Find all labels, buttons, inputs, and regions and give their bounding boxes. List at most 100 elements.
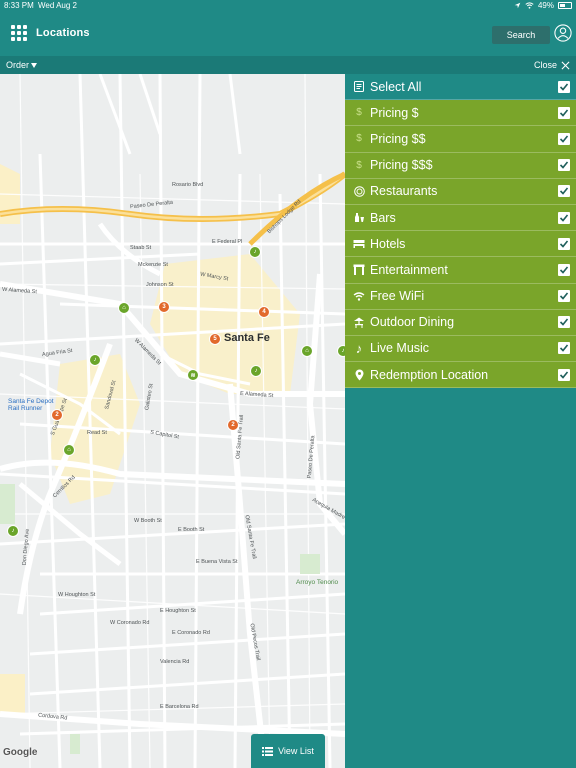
close-filters-button[interactable]: Close xyxy=(534,60,570,70)
road-label: Mckenzie St xyxy=(138,262,168,268)
music-marker[interactable]: ♪ xyxy=(337,345,345,357)
cluster-marker[interactable]: 2 xyxy=(51,409,63,421)
road-label: Arroyo Tenorio xyxy=(296,579,339,586)
filter-label: Entertainment xyxy=(370,262,448,277)
order-dropdown[interactable]: Order xyxy=(6,60,38,70)
bed-icon xyxy=(349,239,369,249)
road-label: E Federal Pl xyxy=(212,239,243,245)
road-label: W Houghton St xyxy=(58,592,96,598)
filter-entertainment[interactable]: Entertainment xyxy=(345,257,576,284)
order-label: Order xyxy=(6,60,30,70)
close-icon xyxy=(561,61,570,69)
battery-percent: 49% xyxy=(537,1,554,10)
app-header: Locations Search xyxy=(0,12,576,56)
music-note-icon: ♪ xyxy=(355,340,363,356)
filter-label: Redemption Location xyxy=(370,367,489,382)
road-label: Johnson St xyxy=(146,282,174,288)
filter-redemption-location[interactable]: Redemption Location xyxy=(345,362,576,389)
location-pin-icon xyxy=(349,369,369,381)
checkbox[interactable] xyxy=(558,132,570,145)
filter-pricing-2[interactable]: $ Pricing $$ xyxy=(345,126,576,153)
location-arrow-icon xyxy=(514,2,521,9)
music-marker[interactable]: ♪ xyxy=(7,525,19,537)
city-label: Santa Fe xyxy=(224,332,270,344)
plate-icon xyxy=(349,186,369,197)
checkbox[interactable] xyxy=(558,106,570,119)
road-label: Valencia Rd xyxy=(160,659,190,665)
checkbox[interactable] xyxy=(558,263,570,276)
checkbox[interactable] xyxy=(558,185,570,198)
stage-icon xyxy=(349,264,369,276)
filter-label: Hotels xyxy=(370,236,406,251)
road-label: E Coronado Rd xyxy=(172,630,210,636)
wifi-marker[interactable]: ≋ xyxy=(187,369,199,381)
sub-toolbar: Order Close xyxy=(0,56,576,74)
road-label: Read St xyxy=(87,430,107,436)
cluster-marker[interactable]: 5 xyxy=(209,333,221,345)
dollar-icon: $ xyxy=(356,159,362,171)
checkbox[interactable] xyxy=(558,290,570,303)
filter-label: Bars xyxy=(370,210,396,225)
checkbox[interactable] xyxy=(558,368,570,381)
profile-icon[interactable] xyxy=(554,24,572,42)
wifi-icon xyxy=(349,291,369,301)
page-title: Locations xyxy=(36,27,90,39)
checkbox[interactable] xyxy=(558,342,570,355)
bottle-icon xyxy=(349,212,369,223)
filter-label: Pricing $ xyxy=(370,105,419,120)
filter-label: Pricing $$$ xyxy=(370,158,433,173)
road-label: Staab St xyxy=(130,245,152,251)
caret-down-icon xyxy=(31,62,38,68)
outdoor-dining-marker[interactable]: ⌂ xyxy=(63,444,75,456)
filter-restaurants[interactable]: Restaurants xyxy=(345,178,576,205)
road-label: E Barcelona Rd xyxy=(160,704,199,710)
outdoor-table-icon xyxy=(349,317,369,328)
dollar-icon: $ xyxy=(356,107,362,119)
road-label: W Coronado Rd xyxy=(110,620,150,626)
wifi-status-icon xyxy=(525,2,534,9)
list-icon xyxy=(349,81,369,93)
filter-select-all[interactable]: Select All xyxy=(345,74,576,101)
music-marker[interactable]: ♪ xyxy=(89,354,101,366)
checkbox[interactable] xyxy=(558,211,570,224)
filter-hotels[interactable]: Hotels xyxy=(345,231,576,258)
filter-pricing-3[interactable]: $ Pricing $$$ xyxy=(345,152,576,179)
outdoor-dining-marker[interactable]: ⌂ xyxy=(118,302,130,314)
road-label: E Houghton St xyxy=(160,608,196,614)
app-grid-icon[interactable] xyxy=(11,25,27,41)
cluster-marker[interactable]: 2 xyxy=(227,419,239,431)
filter-outdoor-dining[interactable]: Outdoor Dining xyxy=(345,309,576,336)
road-label: W Booth St xyxy=(134,518,162,524)
cluster-marker[interactable]: 4 xyxy=(258,306,270,318)
view-list-label: View List xyxy=(278,746,314,756)
filter-live-music[interactable]: ♪ Live Music xyxy=(345,335,576,363)
map-view[interactable]: Paseo De Peralta Bishops Lodge Rd Rosari… xyxy=(0,74,345,768)
status-date: Wed Aug 2 xyxy=(38,1,77,10)
filter-bars[interactable]: Bars xyxy=(345,204,576,232)
checkbox[interactable] xyxy=(558,159,570,172)
filter-label: Live Music xyxy=(370,341,430,356)
road-label: E Buena Vista St xyxy=(196,559,238,565)
filter-label: Free WiFi xyxy=(370,289,425,304)
checkbox[interactable] xyxy=(558,80,570,93)
filter-label: Select All xyxy=(370,79,422,94)
filter-label: Outdoor Dining xyxy=(370,315,455,330)
dollar-icon: $ xyxy=(356,133,362,145)
filter-label: Pricing $$ xyxy=(370,131,426,146)
music-marker[interactable]: ♪ xyxy=(250,365,262,377)
music-marker[interactable]: ♪ xyxy=(249,246,261,258)
status-time: 8:33 PM xyxy=(4,1,34,10)
outdoor-dining-marker[interactable]: ⌂ xyxy=(301,345,313,357)
search-button[interactable]: Search xyxy=(492,26,550,44)
road-label: E Booth St xyxy=(178,527,205,533)
status-right: 49% xyxy=(514,1,572,10)
checkbox[interactable] xyxy=(558,316,570,329)
road-label: Rosario Blvd xyxy=(172,182,204,188)
checkbox[interactable] xyxy=(558,237,570,250)
filter-pricing-1[interactable]: $ Pricing $ xyxy=(345,100,576,127)
filter-label: Restaurants xyxy=(370,184,438,199)
view-list-button[interactable]: View List xyxy=(251,734,325,768)
status-bar: 8:33 PM Wed Aug 2 49% xyxy=(0,0,576,12)
cluster-marker[interactable]: 3 xyxy=(158,301,170,313)
filter-free-wifi[interactable]: Free WiFi xyxy=(345,283,576,310)
